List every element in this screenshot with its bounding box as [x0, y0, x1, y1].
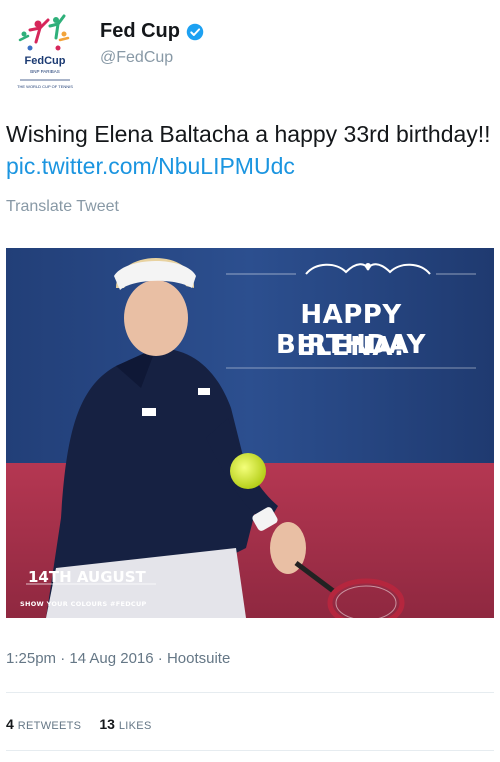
translate-tweet-link[interactable]: Translate Tweet — [6, 198, 119, 216]
fed-cup-avatar[interactable]: FedCup BNP PARIBAS THE WORLD CUP OF TENN… — [10, 12, 80, 100]
logo-sponsor: BNP PARIBAS — [30, 69, 60, 74]
tweet-text: Wishing Elena Baltacha a happy 33rd birt… — [6, 118, 494, 182]
media-headline-line2: ELENA! — [296, 332, 406, 362]
tweet-media-link[interactable]: pic.twitter.com/NbuLIPMUdc — [6, 153, 295, 179]
logo-wordmark: FedCup — [25, 55, 66, 67]
fed-cup-logo-icon: FedCup BNP PARIBAS THE WORLD CUP OF TENN… — [17, 14, 73, 89]
retweets-label: RETWEETS — [17, 720, 82, 732]
media-tagline: SHOW YOUR COLOURS #FEDCUP — [20, 600, 147, 608]
tweet-author: Fed Cup @FedCup — [100, 20, 204, 67]
tweet-timestamp[interactable]: 1:25pm · 14 Aug 2016 · Hootsuite — [6, 650, 230, 667]
media-date-label: 14TH AUGUST — [28, 568, 146, 586]
logo-tagline: THE WORLD CUP OF TENNIS — [17, 84, 73, 89]
tweet-card: FedCup BNP PARIBAS THE WORLD CUP OF TENN… — [0, 0, 500, 762]
divider — [6, 692, 494, 693]
verified-badge-icon — [186, 23, 204, 40]
retweets-count: 4 — [6, 716, 14, 732]
tweet-stats: 4 RETWEETS 13 LIKES — [6, 716, 152, 732]
likes-label: LIKES — [118, 720, 152, 732]
author-name-row: Fed Cup — [100, 20, 204, 43]
author-name[interactable]: Fed Cup — [100, 20, 180, 43]
divider — [6, 750, 494, 751]
retweets-stat[interactable]: 4 RETWEETS — [6, 716, 81, 732]
likes-count: 13 — [99, 716, 115, 732]
likes-stat[interactable]: 13 LIKES — [99, 716, 151, 732]
author-handle[interactable]: @FedCup — [100, 49, 204, 67]
tweet-body: Wishing Elena Baltacha a happy 33rd birt… — [6, 121, 491, 147]
